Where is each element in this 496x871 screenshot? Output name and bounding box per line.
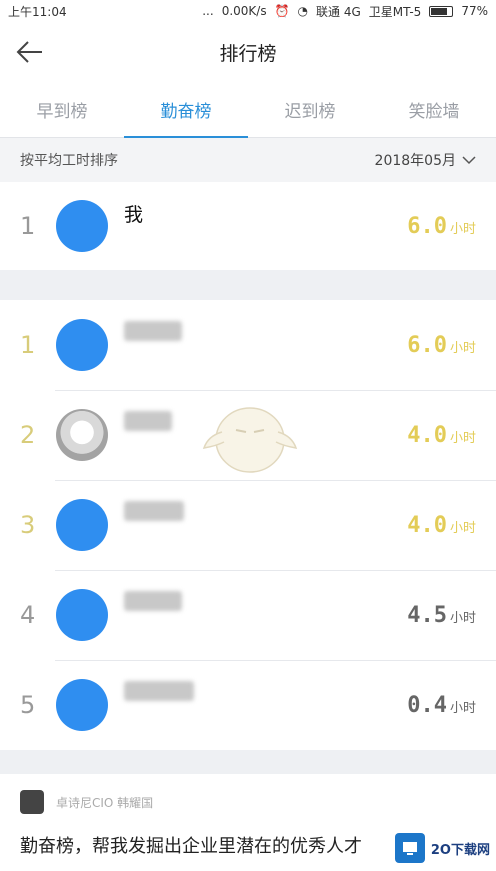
tab-late[interactable]: 迟到榜 [248,82,372,137]
my-avatar [56,200,108,252]
hours-value: 4.5 [407,602,447,628]
watermark-text: 2O下载网 [430,842,490,858]
hours: 6.0 小时 [407,333,476,358]
blurred-name [124,501,184,521]
watermark-logo-icon [394,833,425,863]
month-value: 2018年05月 [374,153,456,169]
rank-number: 4 [20,601,36,629]
tab-smile-wall[interactable]: 笑脸墙 [372,82,496,137]
network-speed: 0.00K/s [221,4,267,18]
rank-number: 1 [20,331,36,359]
status-time: 上午11:04 [8,4,67,19]
hours-unit: 小时 [449,340,476,356]
hours-value: 4.0 [407,422,447,448]
hours-value: 6.0 [407,213,447,239]
battery-icon [429,5,454,17]
hours: 4.0 小时 [407,513,476,538]
author-name: 卓诗尼CIO 韩耀国 [56,795,154,810]
watermark: 2O下载网 [394,833,490,863]
list-item[interactable]: 1 6.0 小时 [0,300,496,390]
title-bar: 排行榜 [0,22,496,82]
testimonial-author: 卓诗尼CIO 韩耀国 [20,790,476,814]
status-bar: 上午11:04 ... 0.00K/s ⏰ ◔ 联通 4G 卫星MT-5 77% [0,0,496,22]
sort-bar: 按平均工时排序 2018年05月 [0,138,496,182]
alarm-icon: ⏰ [274,4,290,18]
avatar [56,499,108,551]
month-selector[interactable]: 2018年05月 [375,150,476,170]
avatar [56,679,108,731]
wifi-icon: ◔ [297,4,309,18]
tab-diligent[interactable]: 勤奋榜 [124,82,248,138]
avatar [56,319,108,371]
hours: 4.5 小时 [407,603,476,628]
carrier-1: 联通 4G [316,4,361,19]
list-item[interactable]: 5 0.4 小时 [0,660,496,750]
avatar [56,409,108,461]
chevron-down-icon [462,156,476,165]
author-avatar [20,790,44,814]
tab-early[interactable]: 早到榜 [0,82,124,137]
hours-unit: 小时 [449,430,476,446]
back-arrow-icon[interactable] [14,38,44,66]
hours: 0.4 小时 [407,693,476,718]
carrier-2: 卫星MT-5 [368,4,422,19]
rank-number: 3 [20,511,36,539]
hours: 4.0 小时 [407,423,476,448]
rank-number: 5 [20,691,36,719]
hours-unit: 小时 [449,610,476,626]
leaderboard-list: 1 6.0 小时 2 4.0 小时 3 4.0 小时 4 4.5 小时 5 0.… [0,300,496,750]
list-item[interactable]: 3 4.0 小时 [0,480,496,570]
hours-unit: 小时 [449,520,476,536]
hours-value: 4.0 [407,512,447,538]
rank-number: 2 [20,421,36,449]
tab-bar: 早到榜 勤奋榜 迟到榜 笑脸墙 [0,82,496,138]
avatar [56,589,108,641]
sort-label: 按平均工时排序 [20,153,118,169]
blurred-name [124,321,182,341]
hours-value: 6.0 [407,332,447,358]
blurred-name [124,411,172,431]
battery-level: 77% [461,4,488,18]
blurred-name [124,681,194,701]
mascot-watermark-icon [202,407,298,473]
my-rank-card[interactable]: 1 我 6.0 小时 [0,182,496,270]
my-rank: 1 [20,212,36,240]
page-title: 排行榜 [219,42,277,65]
my-hours: 6.0 小时 [407,214,476,239]
hours-value: 0.4 [407,692,447,718]
list-item[interactable]: 4 4.5 小时 [0,570,496,660]
hours-unit: 小时 [449,700,476,716]
blurred-name [124,591,182,611]
hours-unit: 小时 [449,221,476,237]
my-name: 我 [124,204,144,226]
status-dots: ... [202,4,214,18]
